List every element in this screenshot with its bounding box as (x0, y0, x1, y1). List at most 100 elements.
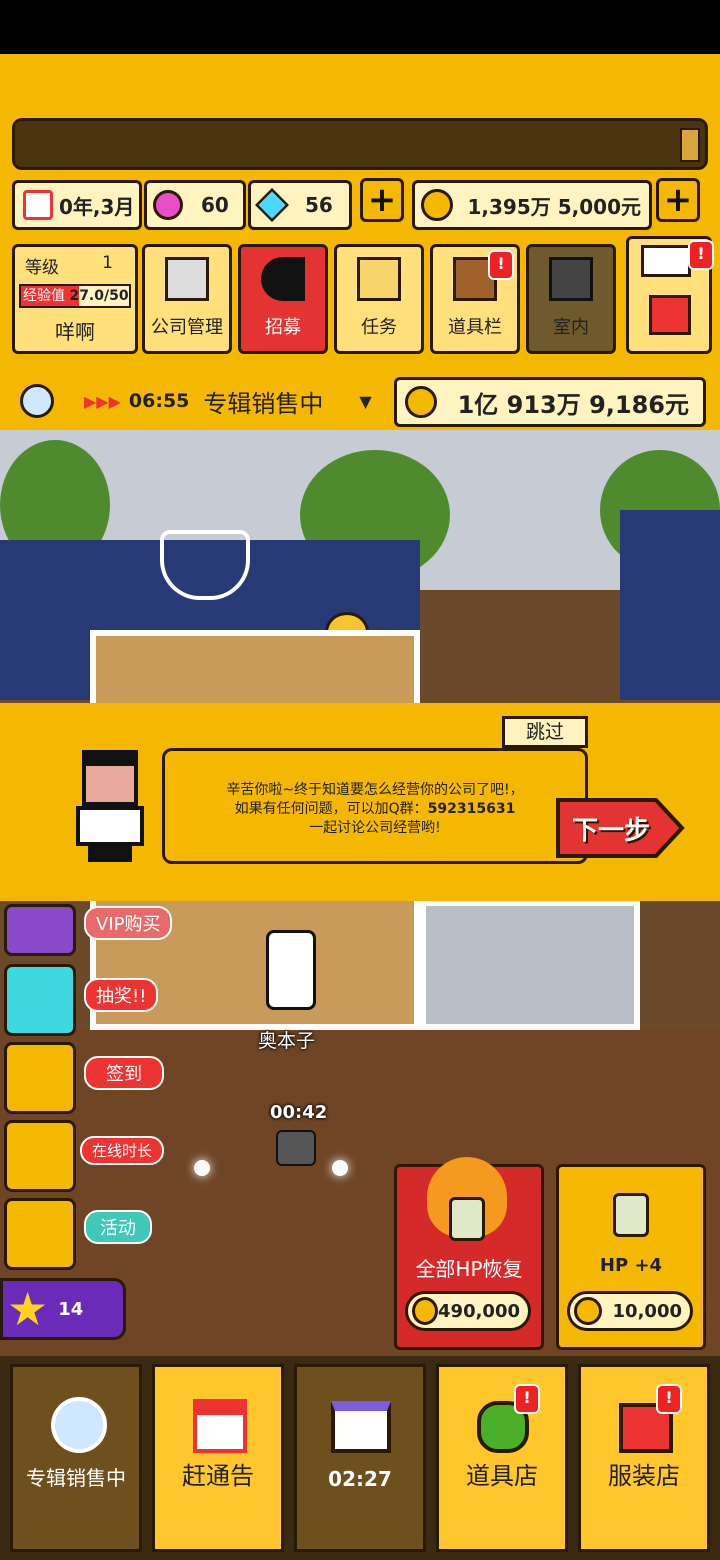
inventory-alert-badge: ! (488, 250, 514, 280)
dialog-line-2: 如果有任何问题，可以加Q群：592315631 (165, 800, 585, 819)
lamp-right (332, 1160, 348, 1176)
nav-album-label: 专辑销售中 (26, 1466, 126, 1490)
checkin-tag[interactable]: 签到 (84, 1056, 164, 1090)
level-panel: 等级 1 经验值 27.0/50 咩啊 (12, 244, 138, 354)
character-name-label: 奥本子 (258, 1030, 316, 1052)
full-hp-restore-item[interactable]: 全部HP恢复 490,000 (394, 1157, 544, 1350)
disc-icon (20, 384, 54, 418)
dropdown-icon: ▼ (359, 391, 372, 411)
coin-icon (421, 189, 453, 221)
dialog-line-2-text: 如果有任何问题，可以加Q群： (234, 801, 428, 817)
lamp-left (194, 1160, 210, 1176)
vip-crown-icon[interactable] (4, 904, 76, 956)
lottery-wheel-icon[interactable] (4, 964, 76, 1036)
nav-album-sales[interactable]: 专辑销售中 (10, 1364, 142, 1552)
hp-plus-label: HP +4 (599, 1255, 663, 1276)
fast-forward-icon: ▶▶▶ (84, 391, 121, 411)
event-tag[interactable]: 活动 (84, 1210, 152, 1244)
add-gems-button[interactable]: + (360, 178, 404, 222)
pink-gem-count: 60 (201, 193, 229, 217)
menu-label-recruit: 招募 (265, 317, 301, 338)
calendar-icon (23, 190, 53, 220)
date-display: 0年,3月 (12, 180, 142, 230)
nav-clothing-label: 服装店 (608, 1462, 680, 1490)
vip-purchase-tag[interactable]: VIP购买 (84, 906, 173, 940)
guide-body (76, 806, 144, 846)
star-count: 14 (58, 1298, 84, 1320)
company-management-button[interactable]: 公司管理 (142, 244, 232, 354)
add-money-button[interactable]: + (656, 178, 700, 222)
bottom-nav: 专辑销售中 赶通告 02:27 道具店 ! 服装店 ! (0, 1356, 720, 1560)
skip-label: 跳过 (525, 721, 564, 743)
menu-label-inventory: 道具栏 (448, 317, 502, 338)
dialog-box: 辛苦你啦~终于知道要怎么经营你的公司了吧!， 如果有任何问题，可以加Q群：592… (162, 748, 588, 864)
full-hp-price: 490,000 (438, 1300, 520, 1322)
hp-plus-price-pill: 10,000 (567, 1291, 693, 1331)
recruit-button[interactable]: 招募 (238, 244, 328, 354)
rainbow-box-icon (331, 1401, 391, 1453)
pink-gem-icon (153, 190, 183, 220)
date-text: 0年,3月 (59, 194, 135, 219)
revenue-coin-icon (405, 386, 437, 418)
guide-head (82, 750, 138, 806)
hud-panel (0, 54, 720, 430)
tasks-button[interactable]: 任务 (334, 244, 424, 354)
dialog-line-1: 辛苦你啦~终于知道要怎么经营你的公司了吧!， (226, 782, 524, 798)
chandelier-icon (160, 530, 250, 600)
player-name: 咩啊 (55, 320, 95, 344)
blue-gem-count: 56 (305, 193, 333, 217)
hp-plus-price: 10,000 (612, 1300, 682, 1322)
next-step-button[interactable]: 下一步 (556, 796, 686, 860)
cat-sprite[interactable] (276, 1130, 316, 1166)
potion-jar-icon (613, 1193, 649, 1237)
price-coin-icon (412, 1297, 439, 1325)
potion-jar-icon (449, 1197, 485, 1241)
nav-item-shop[interactable]: 道具店 (436, 1364, 568, 1552)
pink-gem-display: 60 (144, 180, 246, 230)
blue-fence-right (620, 510, 720, 700)
star-icon: ★ (7, 1282, 49, 1336)
exp-value: 27.0/50 (69, 288, 129, 304)
money-display: 1,395万 5,000元 (412, 180, 652, 230)
next-step-label: 下一步 (572, 816, 651, 846)
gift-box-icon[interactable] (4, 1120, 76, 1192)
menu-label-tasks: 任务 (361, 317, 397, 338)
star-counter[interactable]: ★ 14 (0, 1278, 126, 1340)
level-label: 等级 (25, 258, 59, 278)
nav-timer[interactable]: 02:27 (294, 1364, 426, 1552)
mail-alert-badge: ! (688, 240, 714, 270)
menu-label-interior: 室内 (553, 317, 589, 338)
disc-icon (51, 1397, 107, 1453)
full-hp-price-pill: 490,000 (405, 1291, 531, 1331)
interior-button[interactable]: 室内 (526, 244, 616, 354)
clothing-alert-badge: ! (656, 1384, 682, 1414)
exp-bar: 经验值 27.0/50 (19, 284, 131, 308)
notice-bar (12, 118, 708, 170)
guide-legs (88, 844, 132, 862)
right-room (420, 900, 640, 1030)
album-timer: 06:55 (128, 390, 190, 412)
nav-timer-label: 02:27 (328, 1467, 392, 1491)
album-status-text: 专辑销售中 (203, 389, 324, 418)
price-coin-icon (574, 1297, 602, 1325)
nav-item-shop-label: 道具店 (466, 1462, 538, 1490)
album-status-bar[interactable]: ▶▶▶ 06:55 专辑销售中 ▼ (12, 378, 382, 424)
nav-schedule-label: 赶通告 (182, 1462, 254, 1490)
guide-character (70, 750, 150, 862)
swords-event-icon[interactable] (4, 1198, 76, 1270)
album-revenue: 1亿 913万 9,186元 (457, 390, 689, 419)
calendar-checkin-icon[interactable] (4, 1042, 76, 1114)
nav-clothing-shop[interactable]: 服装店 (578, 1364, 710, 1552)
level-value: 1 (102, 253, 113, 273)
scroll-icon[interactable] (680, 128, 700, 162)
dialog-line-3: 一起讨论公司经营哟! (309, 820, 441, 836)
character-sprite[interactable] (266, 930, 316, 1010)
lottery-tag[interactable]: 抽奖!! (84, 978, 159, 1012)
online-time-tag[interactable]: 在线时长 (80, 1136, 165, 1165)
menu-label-company: 公司管理 (151, 317, 223, 338)
money-amount: 1,395万 5,000元 (467, 194, 642, 219)
hp-plus-item[interactable]: HP +4 10,000 (556, 1164, 706, 1350)
nav-schedule[interactable]: 赶通告 (152, 1364, 284, 1552)
mail-icon (641, 245, 691, 277)
skip-button[interactable]: 跳过 (502, 716, 588, 748)
